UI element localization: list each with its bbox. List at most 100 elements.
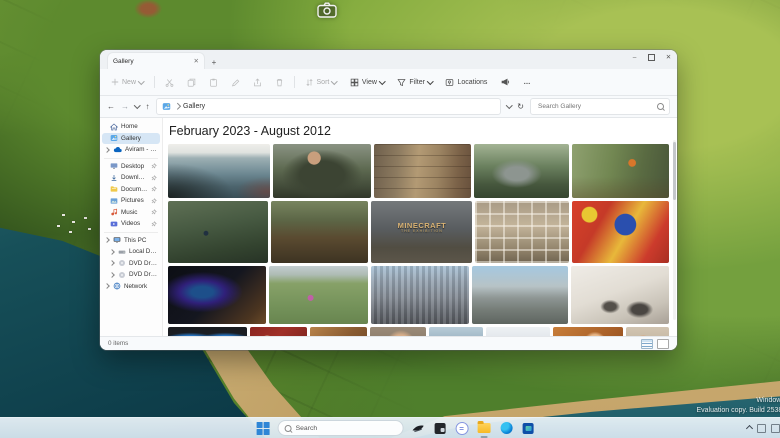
photo-thumbnail[interactable]	[553, 327, 623, 336]
gallery-icon	[110, 134, 118, 142]
filter-button[interactable]: Filter	[394, 76, 435, 89]
file-explorer-button[interactable]	[477, 421, 492, 436]
photo-thumbnail[interactable]	[371, 266, 469, 324]
task-view-button[interactable]	[411, 421, 426, 436]
rename-button[interactable]	[228, 76, 243, 89]
photo-thumbnail[interactable]	[168, 144, 270, 198]
paste-button[interactable]	[206, 76, 221, 89]
sidebar-item-home[interactable]: Home	[102, 121, 160, 133]
expand-chevron-icon[interactable]	[109, 272, 115, 278]
feedback-button[interactable]	[497, 75, 513, 89]
search-box[interactable]	[530, 98, 670, 115]
photo-thumbnail[interactable]	[475, 201, 568, 263]
sidebar-item-local-disk-c[interactable]: Local Disk (C:)	[102, 246, 160, 258]
photo-thumbnail[interactable]	[269, 266, 367, 324]
taskbar-search[interactable]: Search	[278, 420, 404, 436]
tray-icon[interactable]	[757, 424, 766, 433]
photo-thumbnail[interactable]	[472, 266, 567, 324]
terminal-button[interactable]	[433, 421, 448, 436]
tab-gallery[interactable]: Gallery ✕	[108, 53, 204, 69]
photo-thumbnail[interactable]	[486, 327, 549, 336]
forward-button[interactable]: →	[121, 102, 129, 111]
scrollbar-thumb[interactable]	[673, 142, 676, 200]
sidebar-item-desktop[interactable]: Desktop	[102, 161, 160, 173]
photo-thumbnail[interactable]	[168, 327, 247, 336]
up-button[interactable]: ↑	[146, 102, 150, 111]
sort-button[interactable]: Sort	[302, 76, 340, 89]
store-button[interactable]	[521, 421, 536, 436]
photo-thumbnail[interactable]	[250, 327, 307, 336]
sidebar-item-dvd-drive-1[interactable]: DVD Drive (D:) CC	[102, 258, 160, 270]
file-explorer-window: Gallery ✕ + – ✕ New	[100, 50, 677, 350]
photo-thumbnail[interactable]	[168, 201, 268, 263]
photo-thumbnail[interactable]	[572, 201, 669, 263]
pin-icon	[151, 163, 157, 169]
expand-chevron-icon[interactable]	[104, 283, 110, 289]
chat-button[interactable]	[455, 421, 470, 436]
see-more-button[interactable]: …	[520, 77, 534, 88]
photo-thumbnail[interactable]	[429, 327, 483, 336]
cut-button[interactable]	[162, 76, 177, 89]
breadcrumb[interactable]: Gallery	[156, 98, 501, 115]
sidebar-item-music[interactable]: Music	[102, 207, 160, 219]
minimize-button[interactable]: –	[626, 50, 643, 64]
photo-thumbnail[interactable]	[273, 144, 370, 198]
expand-chevron-icon[interactable]	[109, 260, 115, 266]
delete-button[interactable]	[272, 76, 287, 89]
address-dropdown-button[interactable]	[506, 102, 512, 108]
task-view-icon	[412, 422, 425, 435]
start-button[interactable]	[256, 421, 271, 436]
photo-thumbnail[interactable]	[474, 144, 568, 198]
sidebar-item-videos[interactable]: Videos	[102, 218, 160, 230]
photo-thumbnail[interactable]	[168, 266, 266, 324]
pin-icon	[151, 209, 157, 215]
sidebar-item-this-pc[interactable]: This PC	[102, 235, 160, 247]
sidebar-item-pictures[interactable]: Pictures	[102, 195, 160, 207]
chevron-down-icon	[138, 78, 144, 84]
photo-thumbnail[interactable]	[571, 266, 669, 324]
tab-close-icon[interactable]: ✕	[194, 57, 199, 65]
search-input[interactable]	[536, 102, 654, 111]
photo-thumbnail[interactable]	[271, 201, 368, 263]
sidebar-item-dvd-drive-2[interactable]: DVD Drive (D:) CCD	[102, 269, 160, 281]
copy-button[interactable]	[184, 76, 199, 89]
chevron-down-icon	[379, 78, 385, 84]
locations-button[interactable]: Locations	[442, 76, 490, 89]
maximize-button[interactable]	[643, 50, 660, 64]
sidebar-item-documents[interactable]: Documents	[102, 184, 160, 196]
new-tab-button[interactable]: +	[207, 58, 221, 69]
close-button[interactable]: ✕	[660, 50, 677, 64]
share-button[interactable]	[250, 76, 265, 89]
new-button[interactable]: New	[108, 76, 147, 88]
sidebar-item-gallery[interactable]: Gallery	[102, 133, 160, 145]
details-view-icon[interactable]	[641, 339, 653, 349]
delete-icon	[275, 78, 284, 87]
photo-row	[168, 327, 669, 336]
edge-button[interactable]	[499, 421, 514, 436]
photo-thumbnail[interactable]	[572, 144, 669, 198]
breadcrumb-item[interactable]: Gallery	[183, 103, 205, 110]
expand-chevron-icon[interactable]	[104, 147, 110, 153]
file-explorer-icon	[478, 423, 491, 433]
sort-icon	[305, 78, 314, 87]
scrollbar[interactable]	[673, 140, 676, 320]
photo-thumbnail[interactable]	[310, 327, 367, 336]
expand-chevron-icon[interactable]	[104, 237, 110, 243]
sidebar-item-downloads[interactable]: Downloads	[102, 172, 160, 184]
back-button[interactable]: ←	[107, 102, 115, 111]
sidebar-item-network[interactable]: Network	[102, 281, 160, 293]
tray-overflow-chevron-icon[interactable]	[746, 424, 753, 431]
photo-thumbnail[interactable]	[370, 327, 426, 336]
sidebar-item-onedrive[interactable]: Aviram - Personal	[102, 144, 160, 156]
view-button[interactable]: View	[347, 76, 388, 89]
recent-locations-button[interactable]	[134, 102, 140, 108]
tray-icon[interactable]	[771, 424, 780, 433]
refresh-button[interactable]: ↻	[517, 102, 524, 111]
photo-thumbnail[interactable]	[374, 144, 471, 198]
dvd-disc-icon	[118, 259, 126, 267]
expand-chevron-icon[interactable]	[109, 249, 115, 255]
cut-icon	[165, 78, 174, 87]
thumbnail-view-icon[interactable]	[657, 339, 669, 349]
photo-thumbnail[interactable]	[626, 327, 669, 336]
photo-thumbnail-minecraft[interactable]: MINECRAFT THE EXHIBITION	[371, 201, 472, 263]
